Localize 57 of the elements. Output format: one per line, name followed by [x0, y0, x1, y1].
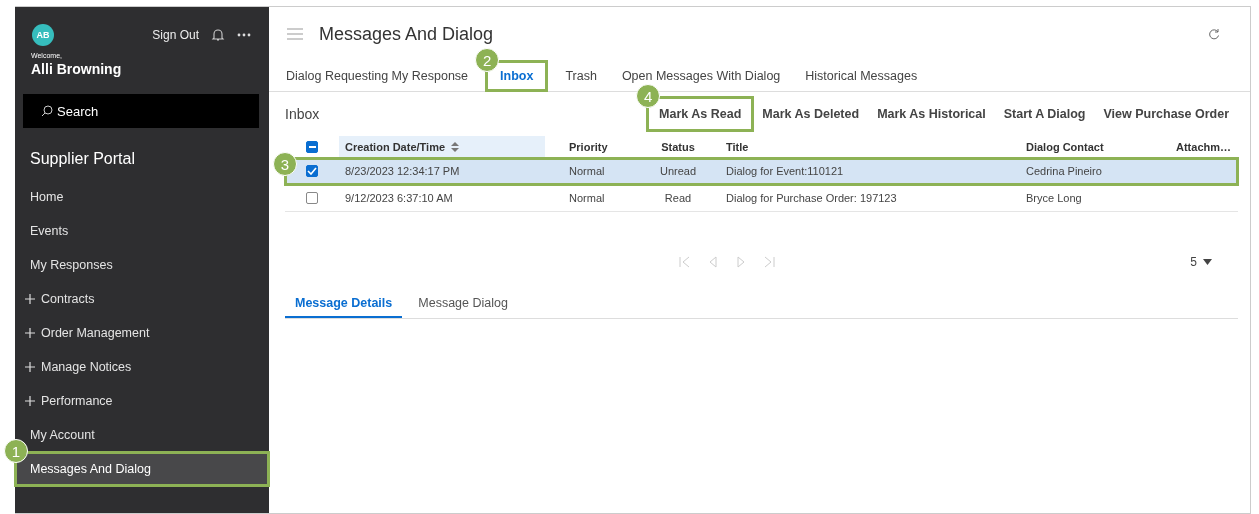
table-cell-text: Read [663, 192, 693, 204]
sidebar-item[interactable]: Home [15, 180, 269, 214]
table-cell-text: Cedrina Pineiro [1025, 165, 1103, 177]
row-checkbox[interactable] [306, 165, 318, 177]
caret-icon [1203, 259, 1212, 265]
column-header[interactable]: Attachm… [1156, 141, 1238, 153]
table-cell-text: Dialog for Purchase Order: 197123 [725, 192, 898, 204]
callout-number: 2 [475, 48, 500, 72]
column-header[interactable]: Creation Date/Time [339, 136, 545, 158]
sidebar-item[interactable]: My Responses [15, 248, 269, 282]
callout-number: 1 [4, 439, 28, 463]
search-icon [41, 105, 53, 117]
bell-icon[interactable] [211, 28, 225, 42]
sidebar-item[interactable]: Order Management [15, 316, 269, 350]
column-header[interactable]: Priority [545, 141, 645, 153]
plus-icon [25, 362, 35, 372]
search-field[interactable]: Search [23, 94, 259, 128]
plus-icon [25, 328, 35, 338]
table-cell-text: Dialog for Event:110121 [725, 165, 845, 177]
row-checkbox[interactable] [306, 192, 318, 204]
column-header[interactable]: Status [645, 141, 711, 153]
tab[interactable]: Historical Messages [798, 61, 925, 91]
action-button[interactable]: Mark As Historical [868, 97, 995, 131]
sidebar-item[interactable]: Contracts [15, 282, 269, 316]
action-button[interactable]: View Purchase Order [1094, 97, 1238, 131]
section-title: Inbox [285, 106, 320, 122]
sidebar-item[interactable]: Events [15, 214, 269, 248]
action-button[interactable]: Mark As Deleted [753, 97, 869, 131]
tab[interactable]: Message Dialog [408, 290, 518, 318]
user-name: Alli Browning [30, 61, 123, 77]
column-header[interactable]: Dialog Contact [1011, 141, 1156, 153]
action-button[interactable]: Start A Dialog [994, 97, 1095, 131]
refresh-icon[interactable] [1208, 28, 1220, 40]
table-cell-text: Normal [568, 165, 606, 177]
callout-number: 4 [636, 84, 661, 108]
callout-number: 3 [273, 152, 297, 176]
tab[interactable]: Message Details [285, 290, 403, 318]
page-size-dropdown[interactable]: 5 [1184, 254, 1218, 270]
select-all-checkbox[interactable] [306, 141, 318, 153]
sidebar-item[interactable]: Manage Notices [15, 350, 269, 384]
sidebar-item[interactable]: Performance [15, 384, 269, 418]
page-title: Messages And Dialog [319, 23, 494, 45]
table-cell-text: 8/23/2023 12:34:17 PM [344, 165, 461, 177]
table-row[interactable]: 9/12/2023 6:37:10 AM Normal Read Dialog for Purchase Order: 197123 Bryce Long [285, 185, 1238, 212]
sign-out-button[interactable]: Sign Out [152, 28, 199, 42]
tab[interactable]: Trash [558, 61, 604, 91]
plus-icon [25, 396, 35, 406]
column-header[interactable]: Title [711, 141, 1011, 153]
more-icon[interactable] [237, 33, 251, 37]
table-cell-text: Bryce Long [1025, 192, 1083, 204]
table-cell-text: 9/12/2023 6:37:10 AM [344, 192, 454, 204]
plus-icon [25, 294, 35, 304]
table-cell-text: Unread [658, 165, 698, 177]
tab[interactable]: Dialog Requesting My Response [286, 61, 476, 91]
table-cell-text: Normal [568, 192, 606, 204]
portal-title: Supplier Portal [30, 150, 136, 168]
sort-icon [451, 141, 460, 153]
